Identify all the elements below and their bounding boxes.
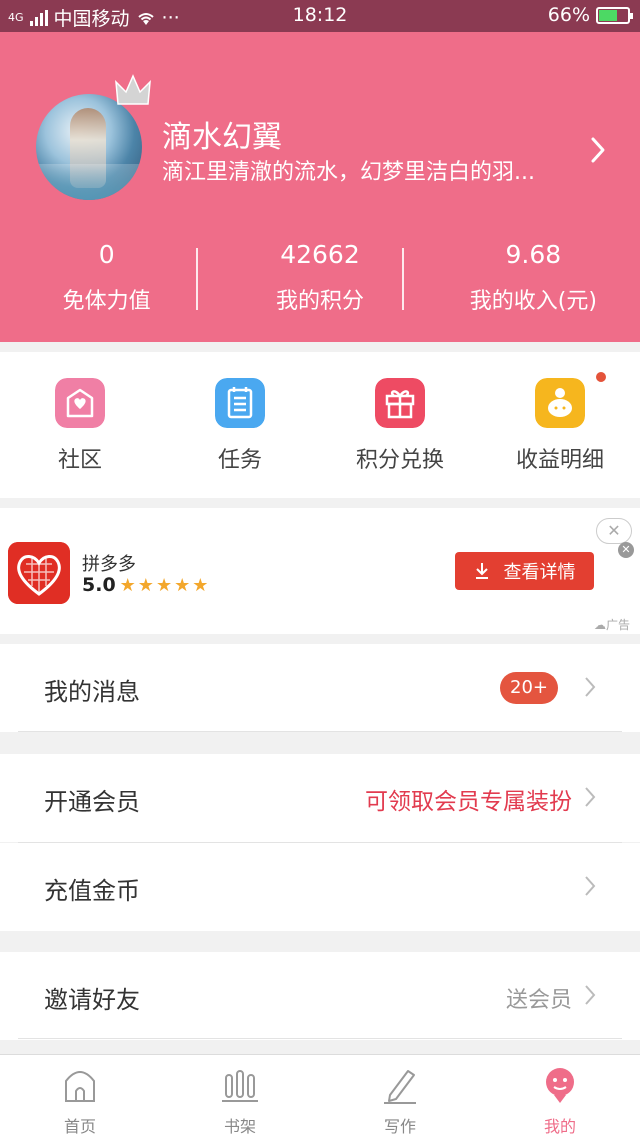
tab-write[interactable]: 写作 xyxy=(320,1055,480,1138)
unread-badge: 20+ xyxy=(500,672,558,704)
battery-icon xyxy=(596,6,633,24)
quick-item-tasks[interactable]: 任务 xyxy=(160,352,320,498)
quick-label: 积分兑换 xyxy=(355,448,444,473)
ad-banner[interactable]: 拼多多 5.0 ★★★★★ 查看详情 ✕ ✕ ☁广告 xyxy=(0,508,640,634)
stat-points[interactable]: 42662 我的积分 xyxy=(213,238,426,318)
divider xyxy=(18,1038,622,1039)
stat-value: 42662 xyxy=(280,240,360,269)
stat-label: 免体力值 xyxy=(62,289,151,314)
home-icon xyxy=(65,1071,95,1102)
chevron-right-icon xyxy=(585,677,596,697)
row-label: 我的消息 xyxy=(44,678,140,706)
view-details-label: 查看详情 xyxy=(503,562,576,583)
close-icon[interactable]: ✕ xyxy=(618,542,634,558)
row-label: 充值金币 xyxy=(44,877,140,905)
profile-header[interactable]: 滴水幻翼 滴江里清澈的流水，幻梦里洁白的羽... 0 免体力值 42662 我的… xyxy=(0,32,640,342)
crown-icon xyxy=(115,74,151,105)
tab-label: 书架 xyxy=(223,1117,256,1136)
view-details-button[interactable]: 查看详情 xyxy=(455,552,594,590)
star-rating-icon: ★★★★★ xyxy=(119,574,211,596)
menu-row-recharge[interactable]: 充值金币 xyxy=(0,843,640,931)
pen-icon xyxy=(384,1070,416,1104)
stat-value: 9.68 xyxy=(505,240,562,269)
stat-income[interactable]: 9.68 我的收入(元) xyxy=(427,238,640,318)
tab-label: 首页 xyxy=(63,1117,96,1136)
bottom-tab-bar: 首页 书架 写作 我的 xyxy=(0,1054,640,1138)
status-right: 66% xyxy=(547,4,633,26)
gift-icon xyxy=(375,378,425,428)
menu-row-messages[interactable]: 我的消息 20+ xyxy=(0,644,640,732)
avatar[interactable] xyxy=(36,94,142,200)
stat-label: 我的积分 xyxy=(275,289,364,314)
stats-row: 0 免体力值 42662 我的积分 9.68 我的收入(元) xyxy=(0,238,640,318)
chevron-right-icon[interactable] xyxy=(590,136,606,164)
ad-tag: ☁广告 xyxy=(594,616,630,633)
quick-label: 社区 xyxy=(57,448,102,473)
heart-envelope-icon xyxy=(55,378,105,428)
rating-value: 5.0 xyxy=(82,574,116,596)
profile-icon xyxy=(546,1068,574,1103)
ad-app-name: 拼多多 xyxy=(82,554,136,575)
notification-dot xyxy=(594,370,608,384)
battery-percent: 66% xyxy=(547,4,590,26)
tab-label: 我的 xyxy=(543,1117,576,1136)
status-bar: 4G 中国移动 ··· 18:12 66% xyxy=(0,0,640,32)
piggy-bank-icon xyxy=(535,378,585,428)
stat-label: 我的收入(元) xyxy=(469,289,597,314)
tab-label: 写作 xyxy=(383,1117,416,1136)
chevron-right-icon xyxy=(585,876,596,896)
tab-home[interactable]: 首页 xyxy=(0,1055,160,1138)
stat-stamina[interactable]: 0 免体力值 xyxy=(0,238,213,318)
user-bio: 滴江里清澈的流水，幻梦里洁白的羽... xyxy=(162,160,535,185)
stat-value: 0 xyxy=(98,240,115,269)
ad-close-button[interactable]: ✕ xyxy=(596,518,632,544)
download-icon xyxy=(475,563,488,579)
ad-rating: 5.0 ★★★★★ xyxy=(82,574,210,596)
menu-row-invite[interactable]: 邀请好友 送会员 xyxy=(0,952,640,1040)
tab-bookshelf[interactable]: 书架 xyxy=(160,1055,320,1138)
bookshelf-icon xyxy=(222,1070,258,1102)
quick-label: 收益明细 xyxy=(515,448,604,473)
cloud-icon: ☁ xyxy=(593,618,606,632)
divider xyxy=(18,731,622,732)
row-value: 送会员 xyxy=(505,988,572,1013)
ad-tag-label: 广告 xyxy=(605,618,630,632)
app-logo-icon xyxy=(8,542,70,604)
chevron-right-icon xyxy=(585,787,596,807)
quick-label: 任务 xyxy=(217,448,262,473)
clock: 18:12 xyxy=(292,4,348,26)
menu-row-vip[interactable]: 开通会员 可领取会员专属装扮 xyxy=(0,754,640,842)
row-label: 邀请好友 xyxy=(44,986,140,1014)
stat-divider xyxy=(402,248,404,310)
user-name[interactable]: 滴水幻翼 xyxy=(162,112,282,156)
avatar-container[interactable] xyxy=(36,74,151,200)
stat-divider xyxy=(196,248,198,310)
quick-menu: 社区 任务 积分兑换 收益明细 xyxy=(0,352,640,498)
quick-item-community[interactable]: 社区 xyxy=(0,352,160,498)
quick-item-exchange[interactable]: 积分兑换 xyxy=(320,352,480,498)
row-value: 可领取会员专属装扮 xyxy=(365,789,572,815)
quick-item-earnings[interactable]: 收益明细 xyxy=(480,352,640,498)
row-label: 开通会员 xyxy=(44,788,140,816)
checklist-icon xyxy=(215,378,265,428)
chevron-right-icon xyxy=(585,985,596,1005)
tab-mine[interactable]: 我的 xyxy=(480,1055,640,1138)
